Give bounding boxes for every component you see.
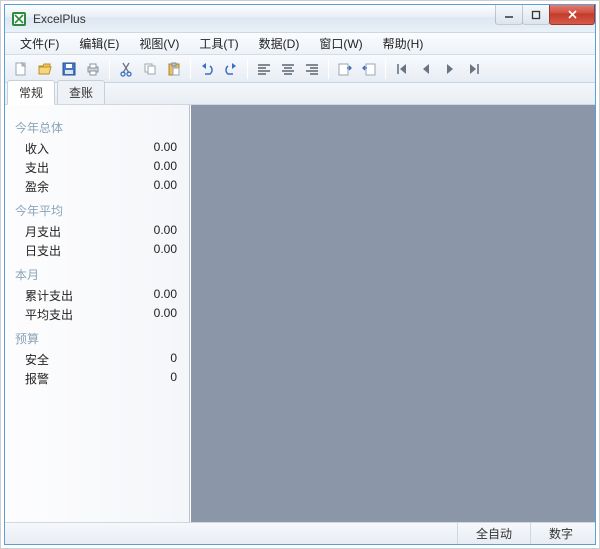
nav-prev-button[interactable] <box>415 58 437 80</box>
section-this-month: 本月 <box>15 266 179 283</box>
status-auto[interactable]: 全自动 <box>457 523 530 544</box>
label: 盈余 <box>25 178 49 195</box>
mdi-workspace[interactable] <box>190 105 595 522</box>
value: 0.00 <box>154 287 177 304</box>
menu-view[interactable]: 视图(V) <box>130 33 188 54</box>
maximize-button[interactable] <box>522 5 550 25</box>
value: 0 <box>170 351 177 368</box>
export-button[interactable] <box>334 58 356 80</box>
align-left-button[interactable] <box>253 58 275 80</box>
open-button[interactable] <box>34 58 56 80</box>
label: 收入 <box>25 140 49 157</box>
value: 0.00 <box>154 242 177 259</box>
row-cum-exp: 累计支出 0.00 <box>15 286 179 305</box>
app-window: ExcelPlus 文件(F) 编辑(E) 视图(V) 工具(T) 数据(D) … <box>4 4 596 545</box>
section-year-total: 今年总体 <box>15 119 179 136</box>
row-expense: 支出 0.00 <box>15 158 179 177</box>
toolbar <box>5 55 595 83</box>
minimize-button[interactable] <box>495 5 523 25</box>
nav-last-button[interactable] <box>463 58 485 80</box>
tab-chazhang[interactable]: 查账 <box>57 80 105 104</box>
toolbar-separator <box>385 59 386 79</box>
tab-general[interactable]: 常规 <box>7 80 55 105</box>
menu-edit[interactable]: 编辑(E) <box>70 33 128 54</box>
value: 0 <box>170 370 177 387</box>
content-area: 今年总体 收入 0.00 支出 0.00 盈余 0.00 今年平均 月支出 0.… <box>5 105 595 522</box>
statusbar: 全自动 数字 <box>5 522 595 544</box>
app-icon <box>11 11 27 27</box>
value: 0.00 <box>154 159 177 176</box>
new-button[interactable] <box>10 58 32 80</box>
close-button[interactable] <box>549 5 595 25</box>
label: 安全 <box>25 351 49 368</box>
toolbar-separator <box>190 59 191 79</box>
section-year-avg: 今年平均 <box>15 202 179 219</box>
toolbar-separator <box>328 59 329 79</box>
label: 平均支出 <box>25 306 73 323</box>
menu-data[interactable]: 数据(D) <box>250 33 309 54</box>
nav-first-button[interactable] <box>391 58 413 80</box>
menu-window[interactable]: 窗口(W) <box>310 33 371 54</box>
row-day-exp: 日支出 0.00 <box>15 241 179 260</box>
toolbar-separator <box>247 59 248 79</box>
row-alarm: 报警 0 <box>15 369 179 388</box>
value: 0.00 <box>154 306 177 323</box>
redo-button[interactable] <box>220 58 242 80</box>
align-right-button[interactable] <box>301 58 323 80</box>
status-num[interactable]: 数字 <box>530 523 591 544</box>
menu-file[interactable]: 文件(F) <box>11 33 68 54</box>
value: 0.00 <box>154 178 177 195</box>
undo-button[interactable] <box>196 58 218 80</box>
import-button[interactable] <box>358 58 380 80</box>
nav-next-button[interactable] <box>439 58 461 80</box>
panel-tabs: 常规 查账 <box>5 83 595 105</box>
value: 0.00 <box>154 223 177 240</box>
label: 报警 <box>25 370 49 387</box>
save-button[interactable] <box>58 58 80 80</box>
label: 支出 <box>25 159 49 176</box>
label: 月支出 <box>25 223 61 240</box>
window-title: ExcelPlus <box>33 12 86 26</box>
cut-button[interactable] <box>115 58 137 80</box>
row-avg-exp: 平均支出 0.00 <box>15 305 179 324</box>
align-center-button[interactable] <box>277 58 299 80</box>
label: 日支出 <box>25 242 61 259</box>
left-panel: 今年总体 收入 0.00 支出 0.00 盈余 0.00 今年平均 月支出 0.… <box>5 105 190 522</box>
titlebar[interactable]: ExcelPlus <box>5 5 595 33</box>
paste-button[interactable] <box>163 58 185 80</box>
row-safe: 安全 0 <box>15 350 179 369</box>
row-surplus: 盈余 0.00 <box>15 177 179 196</box>
menubar: 文件(F) 编辑(E) 视图(V) 工具(T) 数据(D) 窗口(W) 帮助(H… <box>5 33 595 55</box>
row-income: 收入 0.00 <box>15 139 179 158</box>
menu-tools[interactable]: 工具(T) <box>190 33 247 54</box>
section-budget: 预算 <box>15 330 179 347</box>
label: 累计支出 <box>25 287 73 304</box>
value: 0.00 <box>154 140 177 157</box>
row-month-exp: 月支出 0.00 <box>15 222 179 241</box>
print-button[interactable] <box>82 58 104 80</box>
toolbar-separator <box>109 59 110 79</box>
copy-button[interactable] <box>139 58 161 80</box>
menu-help[interactable]: 帮助(H) <box>374 33 433 54</box>
